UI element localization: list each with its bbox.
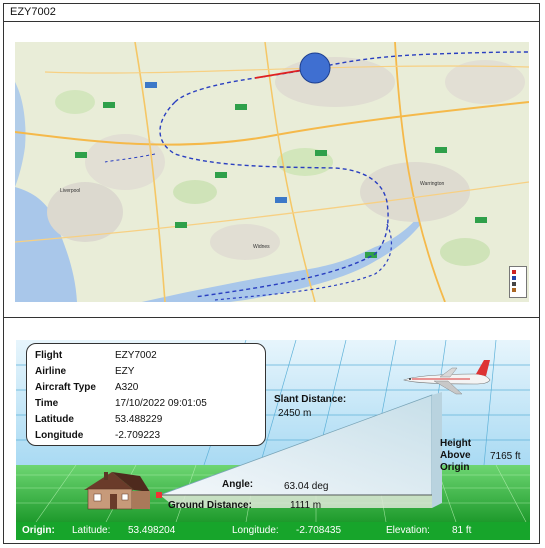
place-liverpool: Liverpool (60, 188, 80, 194)
geometry-scene: Flight EZY7002 Airline EZY Aircraft Type… (16, 340, 530, 540)
info-value: EZY (115, 366, 135, 377)
info-label: Longitude (35, 430, 84, 441)
origin-longitude-value: -2.708435 (296, 525, 342, 536)
place-widnes: Widnes (253, 244, 270, 250)
ground-distance-label: Ground Distance: (168, 500, 252, 511)
geometry-panel: Flight EZY7002 Airline EZY Aircraft Type… (4, 318, 539, 545)
info-label: Flight (35, 350, 63, 361)
window-title: EZY7002 (10, 6, 56, 18)
slant-distance-label: Slant Distance: (274, 394, 347, 405)
flight-info-box: Flight EZY7002 Airline EZY Aircraft Type… (26, 343, 266, 446)
origin-longitude-label: Longitude: (232, 525, 279, 536)
ground-distance-value: 1111 m (290, 500, 322, 511)
origin-elevation-label: Elevation: (386, 525, 430, 536)
height-value: 7165 ft (490, 451, 521, 462)
height-label-line3: Origin (440, 462, 470, 473)
window-frame: EZY7002 Liverpool Widnes Warrington Flig… (3, 3, 540, 544)
map-panel: Liverpool Widnes Warrington (4, 22, 539, 318)
height-label-line2: Above (440, 450, 471, 461)
info-label: Time (35, 398, 59, 409)
info-label: Aircraft Type (35, 382, 96, 393)
map-svg: Liverpool Widnes Warrington (15, 42, 529, 302)
flight-map[interactable]: Liverpool Widnes Warrington (15, 42, 529, 302)
origin-latitude-value: 53.498204 (128, 525, 176, 536)
origin-label: Origin: (22, 525, 55, 536)
place-warrington: Warrington (420, 181, 444, 187)
slant-distance-value: 2450 m (278, 408, 312, 419)
info-value: 53.488229 (115, 414, 163, 425)
height-label-line1: Height (440, 438, 472, 449)
info-value: -2.709223 (115, 430, 161, 441)
angle-label: Angle: (222, 479, 254, 490)
origin-bar: Origin: Latitude: 53.498204 Longitude: -… (16, 522, 530, 540)
info-label: Airline (35, 366, 67, 377)
info-value: A320 (115, 382, 139, 393)
info-value: 17/10/2022 09:01:05 (115, 398, 207, 409)
origin-latitude-label: Latitude: (72, 525, 111, 536)
info-label: Latitude (35, 414, 74, 425)
angle-value: 63.04 deg (284, 481, 329, 492)
origin-elevation-value: 81 ft (452, 525, 472, 536)
info-value: EZY7002 (115, 350, 157, 361)
map-legend (509, 266, 527, 298)
title-row: EZY7002 (4, 4, 539, 22)
aircraft-position-marker (299, 52, 331, 84)
